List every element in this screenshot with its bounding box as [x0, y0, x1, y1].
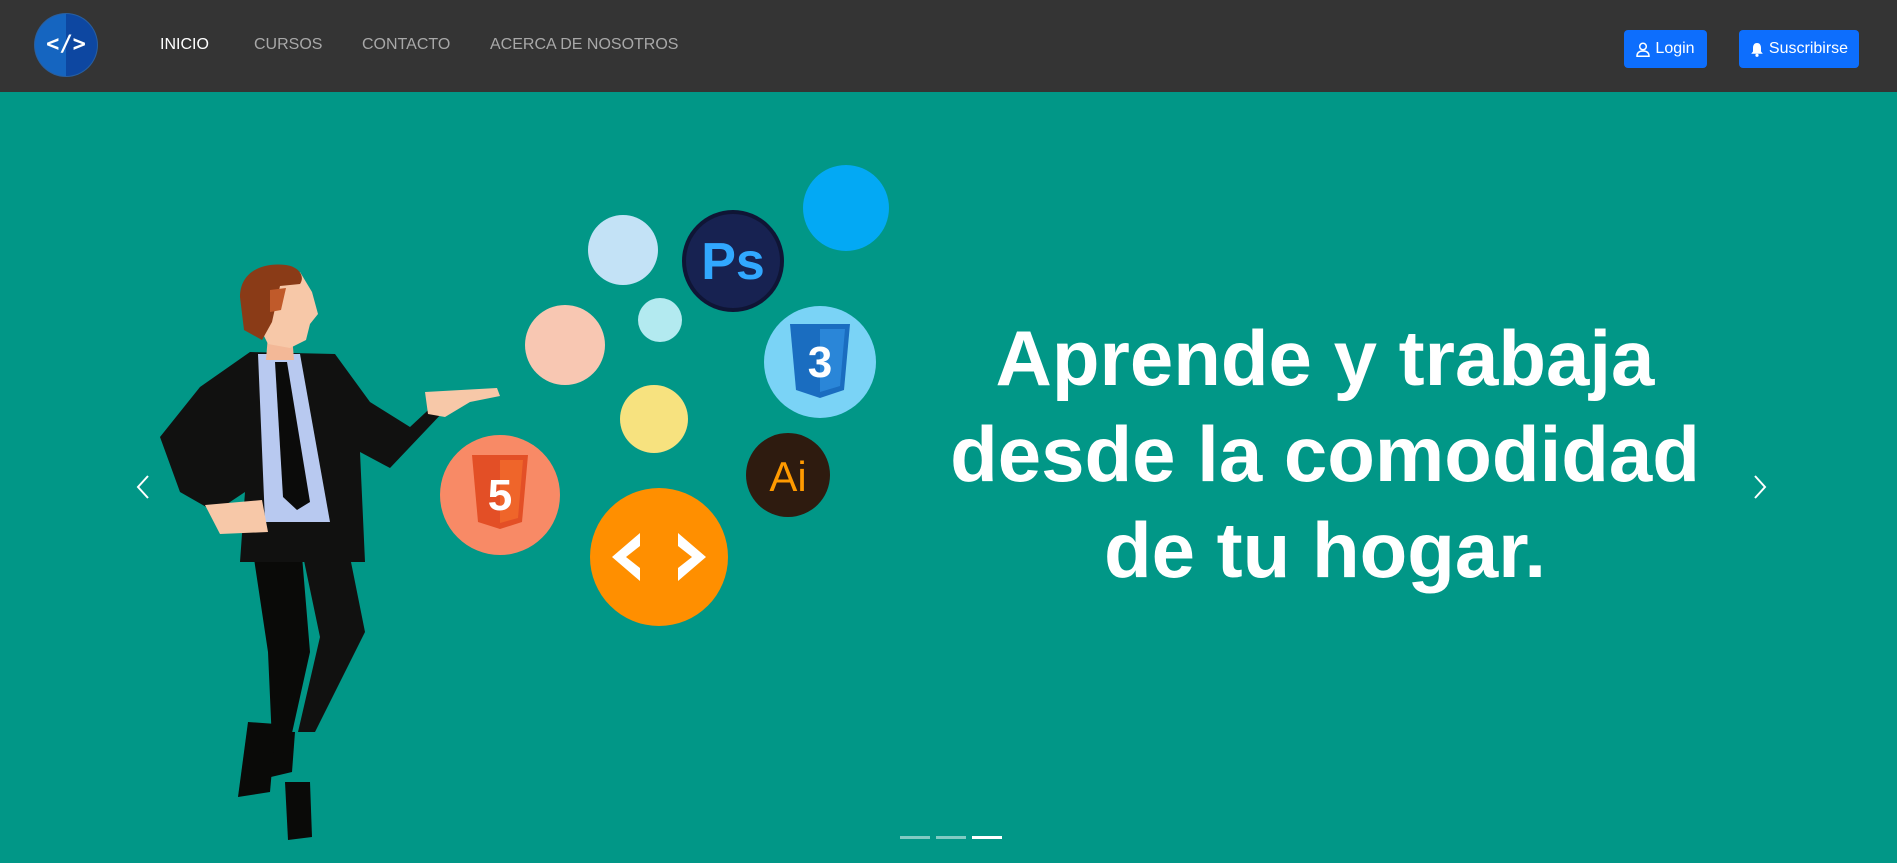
carousel-prev-button[interactable] [118, 462, 168, 512]
carousel-indicator-2[interactable] [936, 836, 966, 839]
nav-item-contacto[interactable]: CONTACTO [362, 36, 450, 54]
user-icon [1636, 41, 1651, 57]
hero-carousel: Ps 3 Ai 5 Aprende y trabaja desde la com… [0, 92, 1897, 863]
headline-line-2: desde la comodidad [950, 410, 1700, 498]
illustrator-icon: Ai [769, 453, 806, 500]
html5-icon: 5 [488, 471, 512, 520]
bubble-cyan-small [638, 298, 682, 342]
photoshop-icon: Ps [701, 233, 765, 291]
nav-item-acerca-de-nosotros[interactable]: ACERCA DE NOSOTROS [490, 36, 678, 54]
chevron-left-icon [136, 475, 149, 499]
photoshop-bubble: Ps [682, 210, 784, 312]
subscribe-label: Suscribirse [1768, 40, 1849, 57]
code-bubble [590, 488, 728, 626]
bubble-peach [525, 305, 605, 385]
logo-code-icon: </> [46, 32, 86, 57]
businessman-figure [160, 264, 500, 840]
nav-item-inicio[interactable]: INICIO [160, 36, 209, 54]
hero-headline: Aprende y trabaja desde la comodidad de … [930, 310, 1720, 598]
subscribe-button[interactable]: Suscribirse [1739, 30, 1859, 68]
carousel-next-button[interactable] [1735, 462, 1785, 512]
css3-bubble: 3 [764, 306, 876, 418]
bubble-light-blue [588, 215, 658, 285]
bell-icon [1751, 42, 1763, 57]
brand-logo[interactable]: </> [35, 14, 97, 76]
login-label: Login [1655, 40, 1695, 57]
carousel-indicator-3[interactable] [972, 836, 1002, 839]
bubble-blue-top [803, 165, 889, 251]
headline-line-1: Aprende y trabaja [995, 314, 1655, 402]
chevron-right-icon [1754, 475, 1767, 499]
illustrator-bubble: Ai [746, 433, 830, 517]
headline-line-3: de tu hogar. [1103, 506, 1547, 594]
navbar: </> INICIO CURSOS CONTACTO ACERCA DE NOS… [0, 0, 1897, 92]
nav-item-cursos[interactable]: CURSOS [254, 36, 322, 54]
login-button[interactable]: Login [1624, 30, 1707, 68]
bubble-yellow [620, 385, 688, 453]
carousel-indicator-1[interactable] [900, 836, 930, 839]
html5-bubble: 5 [440, 435, 560, 555]
carousel-indicators [900, 836, 1002, 839]
css3-icon: 3 [808, 338, 832, 387]
